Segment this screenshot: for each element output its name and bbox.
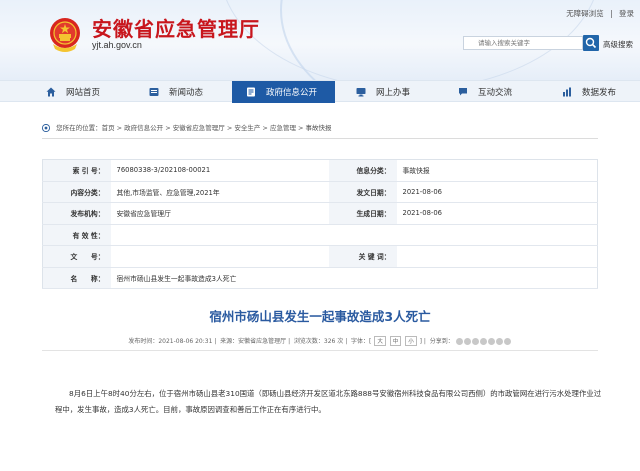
home-icon [46,87,56,97]
nav-label: 数据发布 [582,88,617,98]
table-row: 文 号： 关 键 词： [42,245,598,268]
advanced-search-link[interactable]: 高级搜索 [603,39,633,50]
nav-item-interaction[interactable]: 互动交流 [458,81,512,103]
meta-value-keywords [396,245,598,268]
meta-value-gen-date: 2021-08-06 [396,202,598,225]
meta-value-index-no: 76080338-3/202108-00021 [110,159,329,182]
meta-value-validity [110,224,598,246]
breadcrumb-sep: > [163,124,173,132]
font-size-small-button[interactable]: 小 [405,336,417,346]
meta-value-issue-date: 2021-08-06 [396,181,598,203]
meta-label: 内容分类： [42,181,111,203]
publish-time: 发布时间：2021-08-06 20:31 [128,338,213,345]
nav-item-news[interactable]: 新闻动态 [149,81,203,103]
meta-label: 关 键 词： [328,245,397,268]
meta-value-doc-no [110,245,329,268]
font-size-label: 字体：[ [351,338,372,345]
breadcrumb-link-gov-info[interactable]: 政府信息公开 [124,124,163,132]
share-icon[interactable] [504,338,512,345]
meta-label: 信息分类： [328,159,397,182]
table-row: 发布机构： 安徽省应急管理厅 生成日期： 2021-08-06 [42,202,598,225]
breadcrumb-link-accident[interactable]: 事故快报 [306,124,332,132]
nav-label: 新闻动态 [169,88,204,98]
meta-label: 发布机构： [42,202,111,225]
breadcrumb: 您所在的位置：首页 > 政府信息公开 > 安徽省应急管理厅 > 安全生产 > 应… [42,122,332,132]
national-emblem-icon [50,18,80,52]
font-size-label-end: ] [419,338,422,345]
nav-label: 网站首页 [66,88,101,98]
breadcrumb-sep: > [114,124,125,132]
meta-label: 索 引 号： [42,159,111,182]
article-body: 8月6日上午8时40分左右，位于宿州市砀山县老310国道（即砀山县经济开发区道北… [55,389,602,414]
meta-value-publisher: 安徽省应急管理厅 [110,202,329,225]
nav-item-gov-info[interactable]: 政府信息公开 [232,81,335,103]
top-links-separator: | [610,9,613,18]
meta-label: 生成日期： [328,202,397,225]
font-size-medium-button[interactable]: 中 [389,336,402,346]
monitor-icon [356,88,366,97]
article-source: 来源：安徽省应急管理厅 [220,338,287,345]
document-meta-table: 索 引 号： 76080338-3/202108-00021 信息分类： 事故快… [42,159,598,289]
breadcrumb-link-emergency[interactable]: 应急管理 [270,124,296,132]
breadcrumb-sep: > [260,124,270,132]
chat-icon [459,88,467,96]
article-info-bar: 发布时间：2021-08-06 20:31 | 来源：安徽省应急管理厅 | 浏览… [42,336,598,346]
meta-label: 发文日期： [328,181,397,203]
site-title[interactable]: 安徽省应急管理厅 [92,13,260,42]
breadcrumb-link-department[interactable]: 安徽省应急管理厅 [173,124,225,132]
share-icon[interactable] [472,338,480,345]
site-url: yjt.ah.gov.cn [92,40,142,50]
search-box [463,36,583,50]
meta-value-info-type: 事故快报 [396,159,598,182]
breadcrumb-link-safety[interactable]: 安全生产 [234,124,260,132]
article-title: 宿州市砀山县发生一起事故造成3人死亡 [209,309,431,324]
search-input[interactable] [464,37,582,49]
site-header: 安徽省应急管理厅 yjt.ah.gov.cn 无障碍浏览 | 登录 高级搜索 [0,0,640,80]
main-nav: 网站首页 新闻动态 政府信息公开 网上办事 互动交流 数据发布 [0,80,640,103]
share-icon[interactable] [488,338,496,345]
divider [42,350,598,351]
breadcrumb-prefix: 您所在的位置： [56,124,102,132]
view-count: 浏览次数：326 次 [293,338,344,345]
search-icon [585,37,597,49]
search-button[interactable] [583,35,599,51]
nav-item-data[interactable]: 数据发布 [562,81,616,103]
nav-label: 网上办事 [376,88,411,98]
share-label: 分享到： [429,338,454,345]
share-icon[interactable] [464,338,472,345]
divider [42,138,598,139]
table-row: 索 引 号： 76080338-3/202108-00021 信息分类： 事故快… [42,159,598,182]
accessibility-link[interactable]: 无障碍浏览 [566,9,604,18]
nav-item-online-service[interactable]: 网上办事 [356,81,410,103]
breadcrumb-sep: > [295,124,306,132]
info-icon [247,87,255,97]
breadcrumb-sep: > [224,124,235,132]
meta-value-name: 宿州市砀山县发生一起事故造成3人死亡 [110,267,598,289]
meta-value-content: 其他,市场监管、应急管理,2021年 [110,181,329,203]
nav-label: 互动交流 [478,88,513,98]
nav-item-home[interactable]: 网站首页 [46,81,100,103]
breadcrumb-link-home[interactable]: 首页 [102,124,115,132]
font-size-large-button[interactable]: 大 [374,336,386,346]
share-icon[interactable] [456,338,464,345]
table-row: 名 称： 宿州市砀山县发生一起事故造成3人死亡 [42,267,598,289]
location-pin-icon [42,124,50,132]
meta-label: 文 号： [42,245,111,268]
table-row: 有 效 性： [42,224,598,246]
top-links: 无障碍浏览 | 登录 [562,8,634,19]
share-icon[interactable] [496,338,504,345]
table-row: 内容分类： 其他,市场监管、应急管理,2021年 发文日期： 2021-08-0… [42,181,598,203]
news-icon [149,88,159,96]
nav-label: 政府信息公开 [266,88,318,98]
meta-label: 名 称： [42,267,111,289]
chart-icon [563,87,571,97]
share-icon[interactable] [480,338,488,345]
meta-label: 有 效 性： [42,224,111,246]
login-link[interactable]: 登录 [619,9,634,18]
